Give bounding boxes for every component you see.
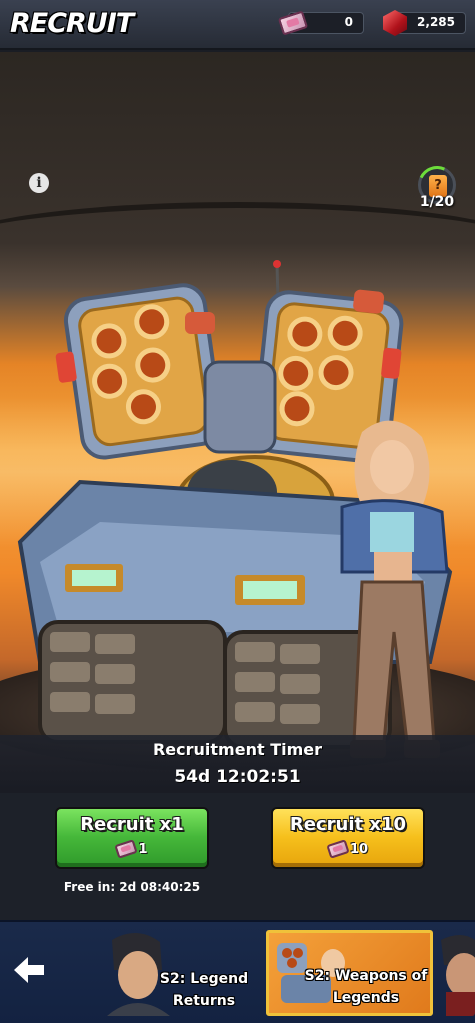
- page-title: RECRUIT: [10, 8, 134, 39]
- recruit-x10-cost: 10: [273, 838, 423, 859]
- timer-value: 54d 12:02:51: [174, 767, 301, 787]
- recruit-x1-label: Recruit x1: [80, 814, 184, 835]
- banner-legend-line1: S2: Legend: [159, 971, 249, 987]
- recruit-x1-cost-value: 1: [138, 842, 148, 857]
- hero-character-artwork: [340, 420, 449, 758]
- recruit-x1-button[interactable]: Recruit x1 1: [55, 807, 209, 869]
- banner-legend-line2: Returns: [172, 993, 236, 1009]
- recruit-x10-label: Recruit x10: [289, 814, 407, 835]
- banner-legend-title: S2: Legend Returns: [154, 968, 254, 1012]
- info-icon[interactable]: i: [29, 173, 49, 193]
- ticket-icon: [326, 838, 350, 859]
- banner-weapons-line2: Legends: [332, 990, 400, 1006]
- next-banner-portrait: [441, 935, 475, 1016]
- banner-legend-returns[interactable]: S2: Legend Returns: [100, 930, 260, 1016]
- banner-weapons-of-legends[interactable]: S2: Weapons of Legends: [266, 930, 433, 1016]
- pity-counter: 1/20: [419, 194, 455, 210]
- recruit-x10-button[interactable]: Recruit x10 10: [271, 807, 425, 869]
- back-arrow-icon[interactable]: [12, 955, 46, 985]
- recruit-x1-cost: 1: [57, 838, 207, 859]
- banner-weapons-line1: S2: Weapons of: [304, 968, 428, 984]
- banner-next-partial[interactable]: [436, 930, 475, 1016]
- banner-weapons-title: S2: Weapons of Legends: [302, 965, 430, 1009]
- ticket-icon: [114, 838, 139, 859]
- timer-label: Recruitment Timer: [152, 740, 322, 759]
- free-recruit-timer: Free in: 2d 08:40:25: [63, 880, 201, 894]
- recruitment-timer: Recruitment Timer 54d 12:02:51: [0, 735, 475, 793]
- banner-nav-bar: S2: Legend Returns S2: Weapons of Legend…: [0, 920, 475, 1023]
- recruit-scene: i ? 1/20 Recruitment Timer 54d 12:02:51: [0, 52, 475, 920]
- gem-count: 2,285: [417, 15, 455, 29]
- ticket-count: 0: [344, 15, 353, 29]
- top-bar: RECRUIT 0 2,285: [0, 0, 475, 50]
- recruit-x10-cost-value: 10: [349, 842, 369, 857]
